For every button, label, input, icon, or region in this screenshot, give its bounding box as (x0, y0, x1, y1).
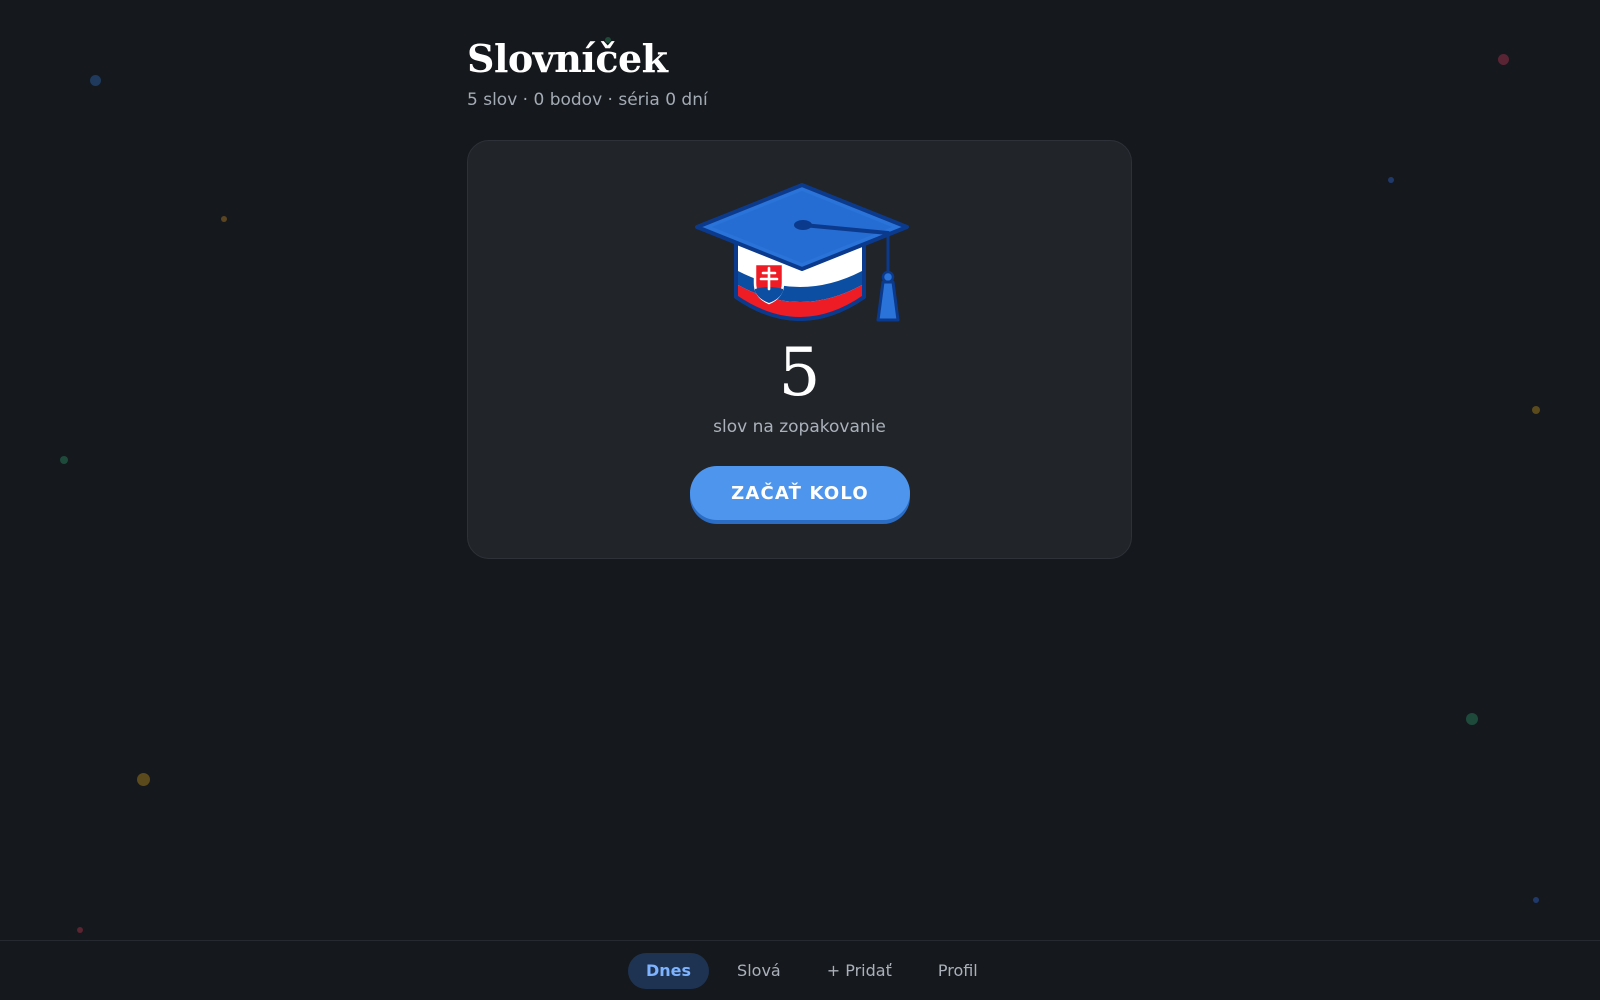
decor-dot (1498, 54, 1509, 65)
nav-item-words[interactable]: Slová (719, 953, 799, 989)
decor-dot (1388, 177, 1394, 183)
nav-items: Dnes Slová + Pridať Profil (628, 953, 996, 989)
due-label: slov na zopakovanie (713, 417, 886, 437)
start-round-button[interactable]: ZAČAŤ KOLO (690, 466, 910, 520)
stats-summary: 5 slov · 0 bodov · séria 0 dní (467, 90, 708, 110)
app-title: Slovníček (467, 36, 668, 81)
decor-dot (221, 216, 227, 222)
decor-dot (90, 75, 101, 86)
due-count: 5 (778, 334, 821, 411)
nav-item-add[interactable]: + Pridať (809, 953, 910, 989)
review-card: 5 slov na zopakovanie ZAČAŤ KOLO (467, 140, 1132, 559)
decor-dot (1533, 897, 1539, 903)
bottom-nav: Dnes Slová + Pridať Profil (0, 940, 1600, 1000)
decor-dot (60, 456, 68, 464)
graduation-cap-slovak-flag-icon (695, 183, 909, 322)
nav-item-today[interactable]: Dnes (628, 953, 710, 989)
decor-dot (77, 927, 83, 933)
decor-dot (137, 773, 150, 786)
app-screen: Slovníček 5 slov · 0 bodov · séria 0 dní… (0, 0, 1600, 1000)
decor-dot (1466, 713, 1478, 725)
nav-item-profile[interactable]: Profil (920, 953, 996, 989)
page-header: Slovníček 5 slov · 0 bodov · séria 0 dní (467, 36, 708, 112)
decor-dot (1532, 406, 1540, 414)
